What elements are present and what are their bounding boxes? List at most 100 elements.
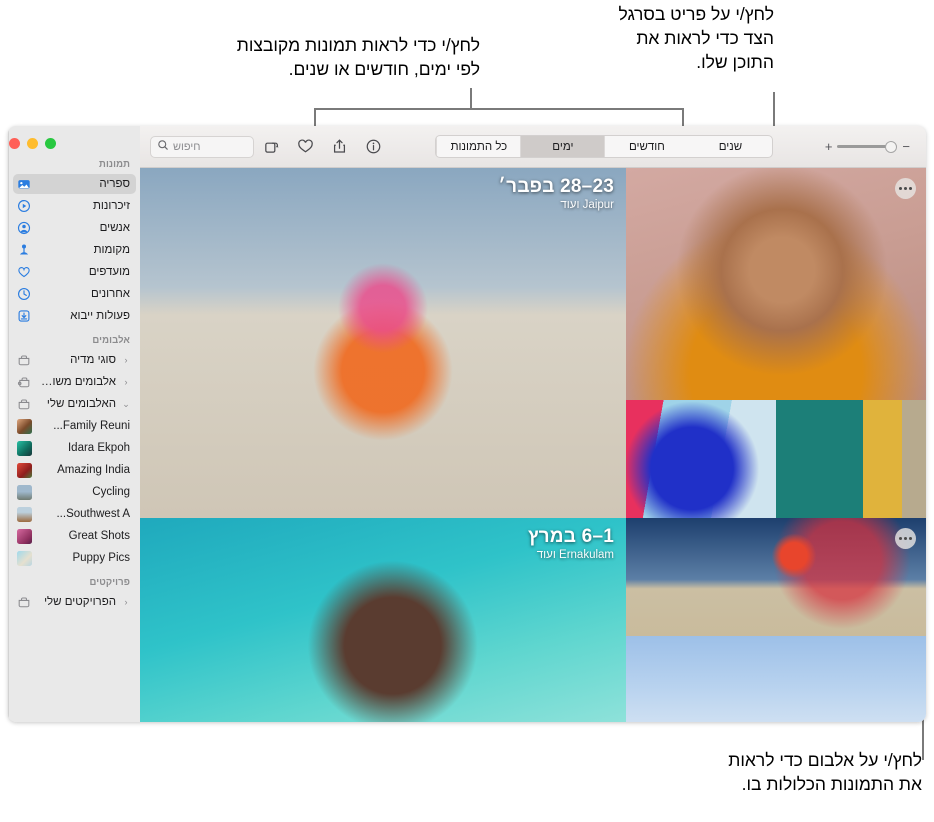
photo-group-feb: 23–28 בפבר׳ Jaipur ועוד	[140, 168, 926, 518]
sidebar-album-idara-ekpoh[interactable]: Idara Ekpoh	[13, 438, 136, 458]
sidebar-item-label: Southwest A...	[56, 508, 130, 520]
sidebar-item-shared-albums[interactable]: אלבומים משותפים ‹	[13, 372, 136, 392]
photo-sky-person[interactable]	[626, 636, 926, 722]
group-place: Ernakulam ועוד	[536, 549, 614, 561]
photo-cyclist-desert[interactable]	[626, 518, 926, 636]
chevron-down-icon[interactable]: ⌄	[122, 399, 130, 410]
zoom-in-label[interactable]: +	[825, 140, 833, 153]
sidebar-item-label: אנשים	[99, 222, 130, 234]
callout-album-text: לחץ/י על אלבום כדי לראות את התמונות הכלו…	[728, 750, 922, 795]
sidebar-album-cycling[interactable]: Cycling	[13, 482, 136, 502]
zoom-out-label[interactable]: −	[902, 140, 910, 153]
photo-woman-green-door[interactable]	[776, 400, 926, 518]
folder-icon	[17, 397, 31, 411]
photo-portrait-woman[interactable]	[626, 168, 926, 400]
view-mode-segmented-control[interactable]: כל התמונות ימים חודשים שנים	[435, 135, 774, 158]
main-area: חיפוש כל התמונות ימים חודשים שנים + − 23…	[140, 126, 926, 722]
callout-sidebar-text: לחץ/י על פריט בסרגל הצד כדי לראות את התו…	[618, 4, 774, 73]
tab-months[interactable]: חודשים	[604, 136, 688, 157]
sidebar-item-label: אחרונים	[91, 288, 130, 300]
photo-pair-row	[626, 400, 926, 518]
sidebar-item-my-projects[interactable]: הפרויקטים שלי ‹	[13, 592, 136, 612]
photo-side-column	[626, 518, 926, 722]
photo-group-mar: 1–6 במרץ Ernakulam ועוד	[140, 518, 926, 722]
sidebar-item-label: Idara Ekpoh	[67, 442, 130, 454]
sidebar-item-label: מקומות	[93, 244, 130, 256]
share-icon[interactable]	[322, 134, 356, 160]
leader-line-days-tick-right	[314, 108, 316, 126]
callout-days-text: לחץ/י כדי לראות תמונות מקובצות לפי ימים,…	[236, 35, 480, 80]
more-options-icon[interactable]	[895, 178, 916, 199]
photos-app-window: תמונות ספריה זיכרונות אנשים מקומות מועדפ…	[8, 126, 926, 722]
photo-grid: 23–28 בפבר׳ Jaipur ועוד 1–6 במרץ Ernakul…	[140, 168, 926, 722]
rotate-icon[interactable]	[254, 134, 288, 160]
people-icon	[17, 221, 31, 235]
sidebar-item-media-types[interactable]: סוגי מדיה ‹	[13, 350, 136, 370]
sidebar-item-label: פעולות ייבוא	[70, 310, 130, 322]
chevron-left-icon[interactable]: ‹	[122, 355, 130, 365]
sidebar-item-label: Amazing India	[57, 464, 130, 476]
album-thumbnail	[17, 418, 32, 434]
sidebar-item-favorites[interactable]: מועדפים	[13, 262, 136, 282]
zoom-slider[interactable]: + −	[819, 140, 916, 153]
folder-icon	[17, 595, 31, 609]
album-thumbnail	[17, 506, 32, 522]
zoom-slider-track[interactable]	[837, 140, 898, 153]
tab-days[interactable]: ימים	[520, 136, 605, 157]
sidebar-item-memories[interactable]: זיכרונות	[13, 196, 136, 216]
photo-man-sunglasses[interactable]	[626, 400, 776, 518]
hero-photo-swimmer[interactable]: 1–6 במרץ Ernakulam ועוד	[140, 518, 626, 722]
sidebar-item-my-albums[interactable]: האלבומים שלי ⌄	[13, 394, 136, 414]
chevron-left-icon[interactable]: ‹	[122, 597, 130, 607]
import-icon	[17, 309, 31, 323]
sidebar-album-southwest[interactable]: Southwest A...	[13, 504, 136, 524]
tab-years[interactable]: שנים	[688, 136, 772, 157]
info-icon[interactable]	[356, 134, 390, 160]
hero-photo-dancer[interactable]: 23–28 בפבר׳ Jaipur ועוד	[140, 168, 626, 518]
sidebar-album-amazing-india[interactable]: Amazing India	[13, 460, 136, 480]
sidebar-album-puppy-pics[interactable]: Puppy Pics	[13, 548, 136, 568]
sidebar-item-label: הפרויקטים שלי	[44, 596, 116, 608]
search-input[interactable]: חיפוש	[150, 135, 254, 158]
photo-side-column	[626, 168, 926, 518]
album-thumbnail	[17, 462, 32, 478]
favorite-heart-icon[interactable]	[288, 134, 322, 160]
sidebar-item-label: האלבומים שלי	[46, 398, 116, 410]
search-icon	[157, 138, 169, 156]
sidebar-item-label: זיכרונות	[92, 200, 130, 212]
album-thumbnail	[17, 484, 32, 500]
sidebar-section-photos-title: תמונות	[99, 159, 130, 170]
more-options-icon[interactable]	[895, 528, 916, 549]
album-thumbnail	[17, 550, 32, 566]
chevron-left-icon[interactable]: ‹	[122, 377, 130, 387]
sidebar-item-places[interactable]: מקומות	[13, 240, 136, 260]
shared-folder-icon	[17, 375, 31, 389]
sidebar-album-great-shots[interactable]: Great Shots	[13, 526, 136, 546]
memories-icon	[17, 199, 31, 213]
group-caption: 1–6 במרץ Ernakulam ועוד	[528, 526, 614, 561]
zoom-button[interactable]	[45, 138, 56, 149]
sidebar-item-people[interactable]: אנשים	[13, 218, 136, 238]
leader-line-days-vertical	[470, 88, 472, 110]
sidebar-item-imports[interactable]: פעולות ייבוא	[13, 306, 136, 326]
sidebar-section-albums-title: אלבומים	[92, 335, 130, 346]
clock-icon	[17, 287, 31, 301]
sidebar-item-label: Great Shots	[68, 530, 130, 542]
sidebar-item-label: ספריה	[99, 178, 130, 190]
sidebar-album-family-reunion[interactable]: Family Reuni...	[13, 416, 136, 436]
close-button[interactable]	[9, 138, 20, 149]
sidebar-item-recents[interactable]: אחרונים	[13, 284, 136, 304]
minimize-button[interactable]	[27, 138, 38, 149]
sidebar-item-label: אלבומים משותפים	[37, 376, 116, 388]
search-placeholder: חיפוש	[173, 140, 201, 153]
tab-all-photos[interactable]: כל התמונות	[436, 136, 520, 157]
sidebar-item-label: Family Reuni...	[53, 420, 130, 432]
group-place: Jaipur ועוד	[560, 199, 614, 211]
toolbar: חיפוש כל התמונות ימים חודשים שנים + −	[140, 126, 926, 168]
heart-icon	[17, 265, 31, 279]
sidebar: תמונות ספריה זיכרונות אנשים מקומות מועדפ…	[8, 126, 140, 722]
folder-icon	[17, 353, 31, 367]
group-date: 23–28 בפבר׳	[498, 176, 614, 197]
zoom-slider-knob[interactable]	[885, 140, 898, 153]
sidebar-item-library[interactable]: ספריה	[13, 174, 136, 194]
